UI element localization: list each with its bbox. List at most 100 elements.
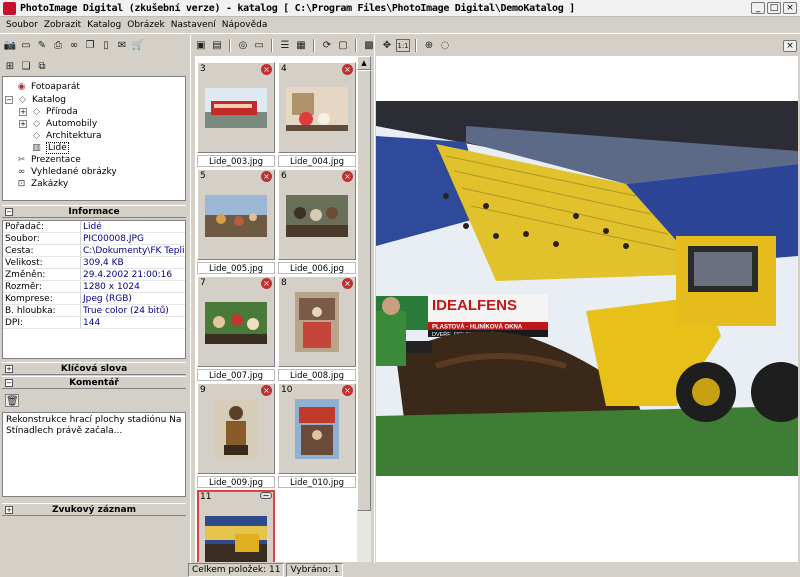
actual-size-icon[interactable]: 1:1	[396, 39, 410, 52]
book-icon: ▥	[32, 142, 41, 153]
menu-katalog[interactable]: Katalog	[84, 20, 124, 30]
lasso-icon[interactable]: ◌	[438, 39, 452, 52]
banner-text: IDEALFENS	[432, 297, 517, 314]
expand-icon[interactable]: +	[19, 120, 27, 128]
status-selected: Vybráno: 1	[286, 563, 344, 577]
thumbnail-scrollbar[interactable]: ▲	[357, 56, 371, 562]
tree-item-camera[interactable]: ◉ Fotoaparát	[15, 81, 80, 93]
delete-icon[interactable]: ×	[261, 64, 272, 75]
expand-icon[interactable]: +	[5, 506, 13, 514]
catalog-icon: ◇	[19, 94, 26, 105]
folder-edit-icon[interactable]: ⧉	[35, 60, 49, 73]
info-row: DPI: 144	[3, 317, 185, 329]
tree-item-automobily[interactable]: + ◇ Automobily	[19, 118, 97, 130]
status-bar: Celkem položek: 11 Vybráno: 1	[0, 563, 800, 577]
add-folder-icon[interactable]: ⊞	[3, 60, 17, 73]
delete-icon[interactable]: ×	[261, 171, 272, 182]
thumbnail-card-selected[interactable]: 11 −	[197, 490, 275, 562]
cart-icon: ⊡	[17, 178, 26, 189]
thumbnail-card[interactable]: 9 × Lide_009.jpg	[197, 383, 275, 490]
print-icon[interactable]: ⎙	[51, 39, 65, 52]
phone-icon[interactable]: ▯	[99, 39, 113, 52]
frame-icon[interactable]: ▢	[336, 39, 350, 52]
thumbnail-grid: 3 × Lide_003.jpg 4 × Lide_004.jpg 5 × Li…	[195, 56, 357, 562]
tree-item-architektura[interactable]: ◇ Architektura	[30, 130, 102, 142]
collapse-icon[interactable]: −	[5, 379, 13, 387]
menu-napoveda[interactable]: Nápověda	[219, 20, 271, 30]
film-icon[interactable]: ▤	[210, 39, 224, 52]
window-title: PhotoImage Digital (zkušební verze) - ka…	[20, 2, 575, 14]
tree-item-lide[interactable]: ▥ Lidé	[30, 142, 69, 154]
thumbnail-image	[214, 399, 258, 459]
close-viewer-button[interactable]: ×	[783, 40, 797, 52]
thumbnail-image	[205, 195, 267, 237]
refresh-icon[interactable]: ⟳	[320, 39, 334, 52]
delete-icon[interactable]: ×	[261, 385, 272, 396]
binoculars-icon[interactable]: ∞	[67, 39, 81, 52]
thumb-view-icon[interactable]: ▣	[194, 39, 208, 52]
tree-item-prezentace[interactable]: ✂ Prezentace	[15, 154, 81, 166]
maximize-button[interactable]: □	[767, 2, 781, 14]
thumbnail-card[interactable]: 8 × Lide_008.jpg	[278, 276, 356, 383]
tree-item-priroda[interactable]: + ◇ Příroda	[19, 106, 78, 118]
delete-icon[interactable]: ×	[342, 64, 353, 75]
thumbnail-card[interactable]: 3 × Lide_003.jpg	[197, 62, 275, 169]
info-row: Komprese: Jpeg (RGB)	[3, 293, 185, 305]
viewer-toolbar: ✥ 1:1 ⊕ ◌	[380, 39, 452, 52]
tree-item-catalog[interactable]: − ◇ Katalog	[5, 94, 66, 106]
comment-textarea[interactable]: Rekonstrukce hrací plochy stadiónu Na St…	[2, 412, 186, 497]
menu-bar: Soubor Zobrazit Katalog Obrázek Nastaven…	[0, 17, 800, 34]
menu-soubor[interactable]: Soubor	[3, 20, 41, 30]
info-section-header[interactable]: − Informace	[2, 205, 186, 218]
camera-icon[interactable]: 📷	[3, 39, 17, 52]
audio-section-header[interactable]: + Zvukový záznam	[2, 503, 186, 516]
fit-icon[interactable]: ✥	[380, 39, 394, 52]
folder-icon: ◇	[33, 118, 40, 129]
scrollbar-thumb[interactable]	[357, 70, 371, 511]
expand-icon[interactable]: +	[19, 108, 27, 116]
keywords-section-header[interactable]: + Klíčová slova	[2, 362, 186, 375]
tree-toolbar: ⊞ ❏ ⧉	[3, 60, 49, 73]
collapse-icon[interactable]: −	[5, 96, 13, 104]
info-row: Velikost: 309,4 KB	[3, 257, 185, 269]
info-row: Soubor: PIC00008.JPG	[3, 233, 185, 245]
tree-item-found-images[interactable]: ∞ Vyhledané obrázky	[15, 166, 117, 178]
thumbnail-card[interactable]: 7 × Lide_007.jpg	[197, 276, 275, 383]
scroll-up-icon[interactable]: ▲	[357, 56, 371, 70]
rename-icon[interactable]: ✎	[35, 39, 49, 52]
thumbnail-image	[295, 399, 339, 459]
zoom-icon[interactable]: ⊕	[422, 39, 436, 52]
close-button[interactable]: ×	[783, 2, 797, 14]
toolbar-separator	[355, 39, 357, 52]
folders-icon[interactable]: ❏	[19, 60, 33, 73]
info-row: B. hloubka: True color (24 bitů)	[3, 305, 185, 317]
expand-icon[interactable]: +	[5, 365, 13, 373]
details-icon[interactable]: ▦	[294, 39, 308, 52]
comment-section-header[interactable]: − Komentář	[2, 376, 186, 389]
collapse-icon[interactable]: −	[5, 208, 13, 216]
mail-icon[interactable]: ✉	[115, 39, 129, 52]
cart-icon[interactable]: 🛒	[131, 39, 145, 52]
list-icon[interactable]: ☰	[278, 39, 292, 52]
menu-zobrazit[interactable]: Zobrazit	[41, 20, 84, 30]
thumbnail-card[interactable]: 4 × Lide_004.jpg	[278, 62, 356, 169]
menu-obrazek[interactable]: Obrázek	[124, 20, 168, 30]
minimize-button[interactable]: _	[751, 2, 765, 14]
tree-item-orders[interactable]: ⊡ Zakázky	[15, 178, 68, 190]
menu-nastaveni[interactable]: Nastavení	[168, 20, 219, 30]
toolbar-separator	[313, 39, 315, 52]
delete-icon[interactable]: ×	[342, 278, 353, 289]
folder-open-icon[interactable]: ▭	[19, 39, 33, 52]
delete-icon[interactable]: ×	[261, 278, 272, 289]
delete-icon[interactable]: ×	[342, 385, 353, 396]
monitor-icon[interactable]: ▭	[252, 39, 266, 52]
thumbnail-card[interactable]: 10 × Lide_010.jpg	[278, 383, 356, 490]
image-viewer: IDEALFENS PLASTOVÁ - HLINÍKOVÁ OKNA DVEŘ…	[376, 56, 800, 562]
thumbnail-card[interactable]: 6 × Lide_006.jpg	[278, 169, 356, 276]
delete-icon[interactable]: ×	[342, 171, 353, 182]
thumbnail-card[interactable]: 5 × Lide_005.jpg	[197, 169, 275, 276]
eye-icon[interactable]: ◎	[236, 39, 250, 52]
minimize-icon[interactable]: −	[260, 492, 272, 500]
trash-icon[interactable]: 🗑	[5, 394, 19, 407]
copy-icon[interactable]: ❐	[83, 39, 97, 52]
